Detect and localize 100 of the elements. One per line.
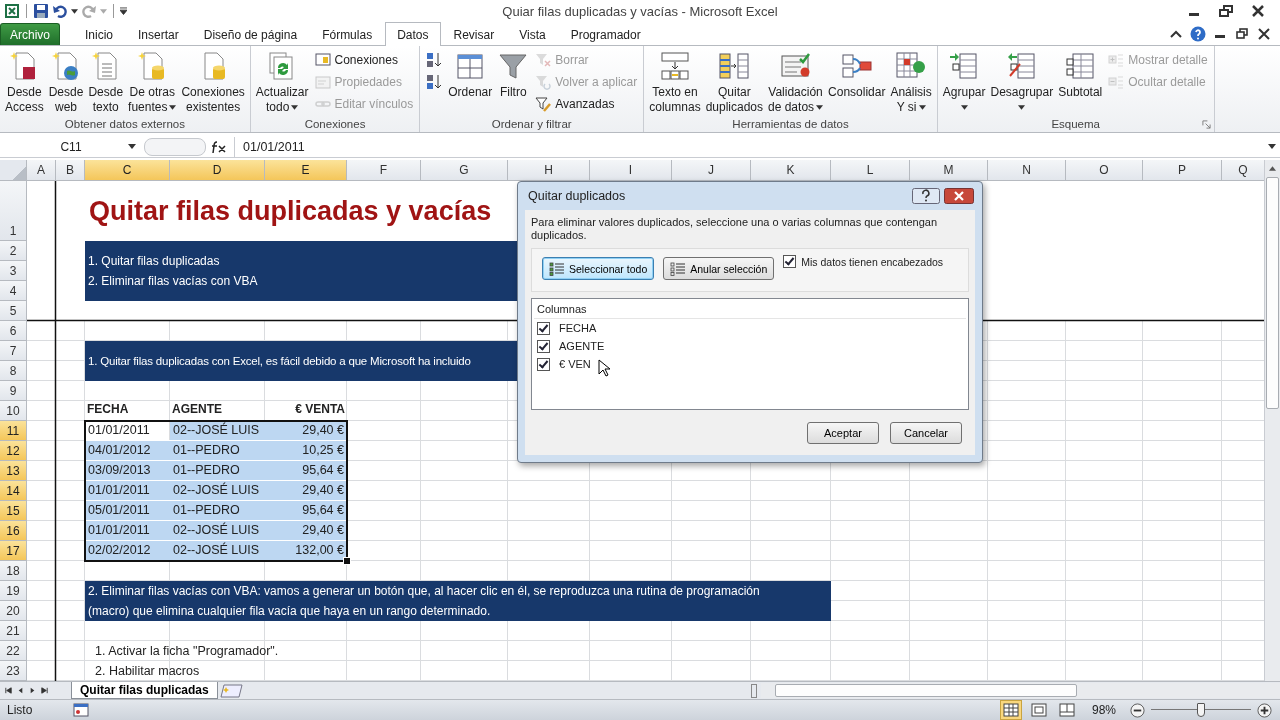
column-header[interactable]: B <box>56 160 85 181</box>
dialog-button[interactable]: Cancelar <box>890 422 962 444</box>
dialog-button[interactable]: Seleccionar todo <box>542 257 655 280</box>
ribbon-button[interactable]: Consolidar <box>826 49 888 102</box>
row-header[interactable]: 19 <box>0 581 27 601</box>
dialog-launcher-icon[interactable] <box>1201 120 1211 130</box>
next-sheet-icon[interactable] <box>28 686 37 695</box>
row-header[interactable]: 7 <box>0 341 27 361</box>
help-icon[interactable] <box>1190 26 1206 43</box>
column-header[interactable]: O <box>1066 160 1143 181</box>
scroll-thumb[interactable] <box>1266 177 1279 409</box>
column-header[interactable]: E <box>265 160 347 181</box>
column-header[interactable]: N <box>988 160 1066 181</box>
dialog-button[interactable]: Aceptar <box>807 422 879 444</box>
help-icon[interactable] <box>912 188 940 204</box>
ribbon-tab[interactable]: Fórmulas <box>310 23 385 46</box>
ribbon-tab[interactable]: Datos <box>385 22 441 47</box>
column-header[interactable]: H <box>508 160 590 181</box>
ribbon-button[interactable]: Actualizar todo <box>253 49 311 117</box>
row-header[interactable]: 6 <box>0 321 27 341</box>
row-header[interactable]: 8 <box>0 361 27 381</box>
column-header[interactable]: M <box>910 160 988 181</box>
row-header[interactable]: 4 <box>0 281 27 301</box>
zoom-in-icon[interactable] <box>1257 702 1272 718</box>
ribbon-button[interactable]: Desde web <box>46 49 86 117</box>
resize-handle[interactable] <box>144 137 206 156</box>
dropdown-caret-icon[interactable] <box>128 144 136 150</box>
file-tab[interactable]: Archivo <box>0 23 60 46</box>
ribbon-button[interactable]: Agrupar <box>940 49 988 112</box>
row-header[interactable]: 12 <box>0 441 27 461</box>
previous-sheet-icon[interactable] <box>16 686 25 695</box>
column-option[interactable]: € VEN <box>559 358 591 370</box>
ribbon-button[interactable]: Texto en columnas <box>647 49 703 117</box>
column-header[interactable]: G <box>421 160 508 181</box>
ribbon-button[interactable]: Desagrupar <box>988 49 1056 112</box>
row-header[interactable]: 23 <box>0 661 27 681</box>
slider-thumb[interactable] <box>1197 703 1205 717</box>
row-header[interactable]: 10 <box>0 401 27 421</box>
row-header[interactable]: 16 <box>0 521 27 541</box>
ribbon-button[interactable]: Ordenar <box>446 49 495 102</box>
row-header[interactable]: 2 <box>0 241 27 261</box>
column-header[interactable]: D <box>170 160 265 181</box>
row-header[interactable]: 11 <box>0 421 27 441</box>
column-header[interactable]: K <box>751 160 831 181</box>
ribbon-button[interactable]: Validación de datos <box>766 49 826 117</box>
row-header[interactable]: 13 <box>0 461 27 481</box>
checkbox[interactable] <box>537 357 550 371</box>
row-header[interactable]: 17 <box>0 541 27 561</box>
row-header[interactable]: 15 <box>0 501 27 521</box>
ribbon-tab[interactable]: Revisar <box>441 23 507 46</box>
expand-icon[interactable] <box>1268 144 1276 150</box>
ribbon-button[interactable]: Conexiones existentes <box>179 49 247 117</box>
row-header[interactable]: 5 <box>0 301 27 321</box>
close-icon[interactable] <box>944 188 974 204</box>
ribbon-tab[interactable]: Inicio <box>73 23 126 46</box>
customize-toolbar-icon[interactable] <box>120 7 127 16</box>
ribbon-button[interactable]: Quitar duplicados <box>703 49 765 117</box>
last-sheet-icon[interactable] <box>40 686 49 695</box>
ribbon-button[interactable]: Filtro <box>495 49 532 102</box>
insert-function-icon[interactable] <box>210 139 228 154</box>
record-macro-icon[interactable] <box>73 703 89 717</box>
column-header[interactable]: C <box>85 160 170 181</box>
column-header[interactable]: Q <box>1222 160 1264 181</box>
formula-input[interactable]: 01/01/2011 <box>234 136 1268 157</box>
row-header[interactable]: 9 <box>0 381 27 401</box>
column-header[interactable]: J <box>672 160 751 181</box>
row-header[interactable]: 18 <box>0 561 27 581</box>
ribbon-button[interactable]: Análisis Y si <box>888 49 934 117</box>
new-sheet-icon[interactable] <box>219 683 244 698</box>
ribbon-button[interactable]: Desde Access <box>3 49 46 117</box>
scroll-up-icon[interactable] <box>1269 166 1276 171</box>
split-handle[interactable] <box>751 683 757 698</box>
sheet-tab[interactable]: Quitar filas duplicadas <box>71 682 218 699</box>
column-option[interactable]: FECHA <box>559 322 597 334</box>
scroll-thumb[interactable] <box>775 684 1077 697</box>
normal-view-icon[interactable] <box>999 700 1022 720</box>
undo-icon[interactable] <box>52 3 68 20</box>
ribbon-tab[interactable]: Vista <box>507 23 558 46</box>
row-header[interactable]: 21 <box>0 621 27 641</box>
spreadsheet-app-icon[interactable] <box>4 3 20 20</box>
ribbon-tab[interactable]: Insertar <box>126 23 191 46</box>
row-header[interactable]: 22 <box>0 641 27 661</box>
column-header[interactable]: A <box>27 160 56 181</box>
name-box[interactable]: C11 <box>0 139 128 154</box>
column-option[interactable]: AGENTE <box>559 340 605 352</box>
dropdown-caret-icon[interactable] <box>71 8 78 14</box>
zoom-out-icon[interactable] <box>1130 702 1145 718</box>
column-header[interactable]: I <box>590 160 672 181</box>
restore-icon[interactable] <box>1216 4 1236 19</box>
checkbox[interactable] <box>537 321 550 335</box>
ribbon-button[interactable]: De otras fuentes <box>126 49 179 117</box>
ribbon-tab[interactable]: Diseño de página <box>191 23 310 46</box>
ribbon-button[interactable]: Subtotal <box>1056 49 1105 102</box>
column-header[interactable]: L <box>831 160 910 181</box>
ribbon-button[interactable]: Conexiones <box>311 50 417 71</box>
save-icon[interactable] <box>33 3 49 20</box>
column-header[interactable]: F <box>347 160 421 181</box>
ribbon-tab[interactable]: Programador <box>558 23 653 46</box>
vertical-scrollbar[interactable] <box>1264 160 1280 681</box>
row-header[interactable]: 3 <box>0 261 27 281</box>
